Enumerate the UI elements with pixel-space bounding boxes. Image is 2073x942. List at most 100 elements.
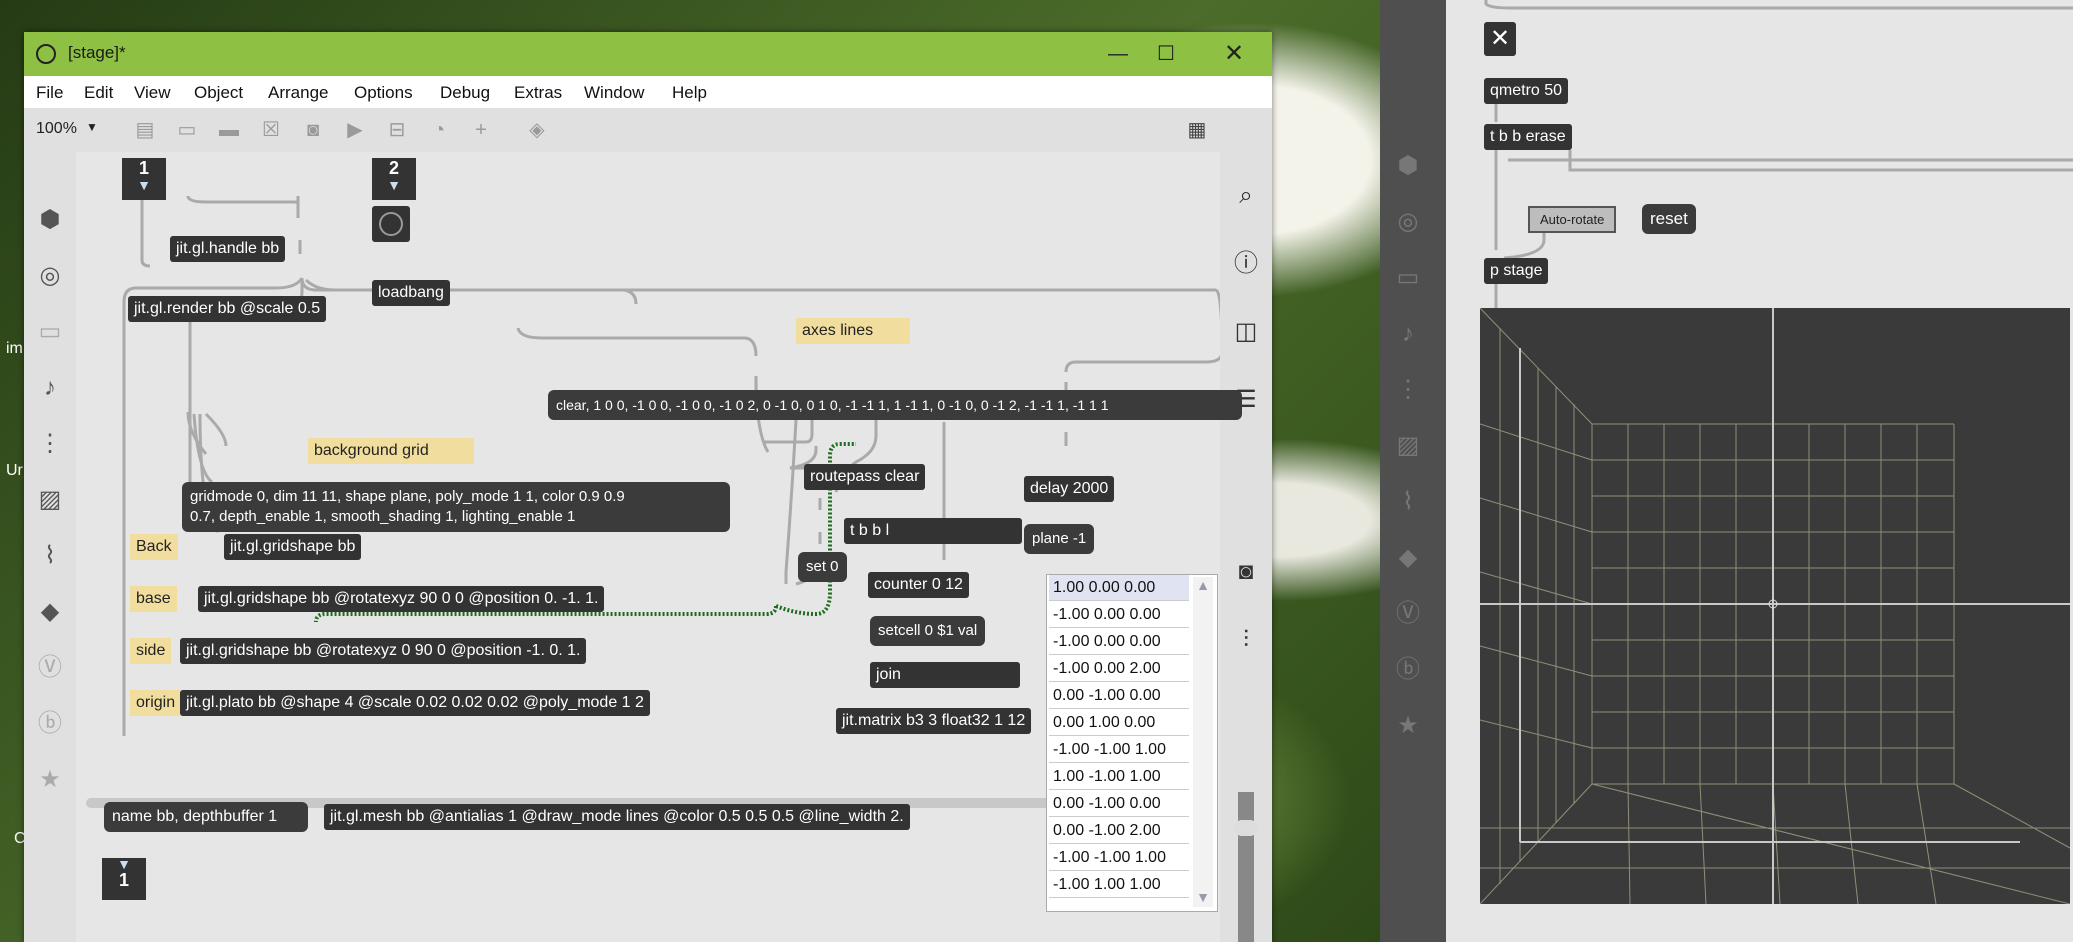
gl-render-view[interactable] [1479, 307, 2071, 905]
cell-row[interactable]: 0.00 1.00 0.00 [1049, 710, 1189, 736]
scroll-up-icon[interactable]: ▲ [1193, 577, 1213, 593]
add-tool-icon[interactable]: + [468, 117, 494, 143]
counter-object[interactable]: counter 0 12 [868, 572, 969, 598]
cell-row[interactable]: 0.00 -1.00 0.00 [1049, 683, 1189, 709]
cell-row[interactable]: -1.00 1.00 1.00 [1049, 872, 1189, 898]
clear-message[interactable]: clear, 1 0 0, -1 0 0, -1 0 0, -1 0 2, 0 … [548, 390, 1242, 420]
menu-edit[interactable]: Edit [84, 83, 113, 103]
qmetro-object[interactable]: qmetro 50 [1484, 78, 1569, 104]
down-arrow-icon: ▼ [387, 177, 401, 193]
join-object[interactable]: join [870, 662, 1020, 688]
menu-window[interactable]: Window [584, 83, 644, 103]
window-titlebar[interactable]: [stage]* — ☐ ✕ [24, 32, 1272, 76]
jit-gl-plato-object[interactable]: jit.gl.plato bb @shape 4 @scale 0.02 0.0… [180, 690, 650, 716]
auto-rotate-toggle[interactable]: Auto-rotate [1528, 206, 1617, 233]
music-note-icon[interactable]: ♪ [34, 372, 66, 404]
menu-help[interactable]: Help [672, 83, 707, 103]
cell-row[interactable]: -1.00 0.00 0.00 [1049, 602, 1189, 628]
reset-message[interactable]: reset [1642, 204, 1696, 234]
jit-gl-gridshape-side-object[interactable]: jit.gl.gridshape bb @rotatexyz 0 90 0 @p… [180, 638, 587, 664]
jit-gl-render-object[interactable]: jit.gl.render bb @scale 0.5 [128, 296, 327, 322]
menu-arrange[interactable]: Arrange [268, 83, 328, 103]
inlet-2[interactable]: 2 ▼ [372, 158, 416, 200]
jit-matrix-object[interactable]: jit.matrix b3 3 float32 1 12 [836, 708, 1032, 734]
search-icon[interactable]: ⌕ [1230, 180, 1262, 212]
delay-object[interactable]: delay 2000 [1024, 476, 1115, 502]
loadbang-object[interactable]: loadbang [372, 280, 450, 306]
cell-row[interactable]: 1.00 0.00 0.00 [1049, 575, 1189, 601]
jit-gl-mesh-object[interactable]: jit.gl.mesh bb @antialias 1 @draw_mode l… [324, 804, 910, 830]
set-0-message[interactable]: set 0 [798, 552, 847, 582]
info-icon[interactable]: ⓘ [1230, 248, 1262, 280]
close-button[interactable]: ✕ [1210, 38, 1258, 70]
scroll-down-icon[interactable]: ▼ [1193, 889, 1213, 905]
cell-row[interactable]: -1.00 -1.00 1.00 [1049, 737, 1189, 763]
cell-row[interactable]: -1.00 0.00 0.00 [1049, 629, 1189, 655]
jit-gl-gridshape-back-object[interactable]: jit.gl.gridshape bb [224, 534, 362, 560]
button-tool-icon[interactable]: ◙ [300, 117, 326, 143]
maximize-button[interactable]: ☐ [1142, 38, 1190, 70]
volume-meter[interactable] [1238, 792, 1254, 942]
down-arrow-icon: ▼ [137, 177, 151, 193]
dial-tool-icon[interactable]: ◔ [426, 117, 452, 143]
matrix-cellblock[interactable]: 1.00 0.00 0.00 -1.00 0.00 0.00 -1.00 0.0… [1046, 574, 1218, 912]
book-icon[interactable]: ◫ [1230, 316, 1262, 348]
down-arrow-icon: ▼ [117, 856, 131, 872]
cellblock-scrollbar[interactable]: ▲ ▼ [1193, 577, 1213, 907]
new-message-tool-icon[interactable]: ▭ [174, 117, 200, 143]
paint-bucket-icon[interactable]: ◈ [524, 117, 550, 143]
b-icon[interactable]: ⓑ [34, 708, 66, 740]
minimize-button[interactable]: — [1094, 38, 1142, 70]
jit-gl-handle-object[interactable]: jit.gl.handle bb [170, 236, 286, 262]
cell-row[interactable]: -1.00 -1.00 1.00 [1049, 845, 1189, 871]
toggle-tool-icon[interactable]: ☒ [258, 117, 284, 143]
inlet-1[interactable]: 1 ▼ [122, 158, 166, 200]
cell-row[interactable]: -1.00 0.00 2.00 [1049, 656, 1189, 682]
comment-tool-icon[interactable]: ▬ [216, 117, 242, 143]
cell-row[interactable]: 0.00 -1.00 2.00 [1049, 818, 1189, 844]
slider-tool-icon[interactable]: ⊟ [384, 117, 410, 143]
routepass-object[interactable]: routepass clear [804, 464, 926, 490]
target-icon[interactable]: ◎ [34, 260, 66, 292]
close-toggle-button[interactable]: ✕ [1484, 22, 1516, 56]
menu-view[interactable]: View [134, 83, 171, 103]
inlet-1-label: 1 [138, 158, 149, 178]
menu-extras[interactable]: Extras [514, 83, 562, 103]
p-stage-object[interactable]: p stage [1484, 258, 1549, 284]
gridmode-message[interactable]: gridmode 0, dim 11 11, shape plane, poly… [182, 482, 730, 532]
volume-slider-handle[interactable] [1234, 820, 1258, 836]
cell-row[interactable]: 1.00 -1.00 1.00 [1049, 764, 1189, 790]
comment-origin: origin [130, 690, 182, 716]
jit-gl-gridshape-base-object[interactable]: jit.gl.gridshape bb @rotatexyz 90 0 0 @p… [198, 586, 605, 612]
number-tool-icon[interactable]: ▶ [342, 117, 368, 143]
zoom-dropdown-icon[interactable]: ▼ [86, 120, 98, 134]
v-icon[interactable]: Ⓥ [34, 652, 66, 684]
grid-toggle-icon[interactable]: ▦ [1184, 117, 1210, 143]
plug-icon[interactable]: ◆ [34, 596, 66, 628]
zoom-level[interactable]: 100% [36, 120, 77, 138]
outlet-1[interactable]: ▼ 1 [102, 856, 146, 900]
setcell-message[interactable]: setcell 0 $1 val [870, 616, 986, 646]
menu-options[interactable]: Options [354, 83, 413, 103]
new-object-tool-icon[interactable]: ▤ [132, 117, 158, 143]
left-sidebar: ⬢ ◎ ▭ ♪ ⋮ ▨ ⌇ ◆ Ⓥ ⓑ ★ [24, 152, 76, 942]
star-icon[interactable]: ★ [34, 764, 66, 796]
plane-message[interactable]: plane -1 [1024, 524, 1095, 554]
device-icon[interactable]: ▭ [34, 316, 66, 348]
cell-row[interactable]: 0.00 -1.00 0.00 [1049, 791, 1189, 817]
trigger-object[interactable]: t b b l [844, 518, 1022, 544]
sequence-icon[interactable]: ⋮ [34, 428, 66, 460]
menu-debug[interactable]: Debug [440, 83, 490, 103]
package-icon[interactable]: ⬢ [34, 204, 66, 236]
outlet-1-label: 1 [118, 870, 129, 890]
trigger-object[interactable]: t b b erase [1484, 124, 1572, 150]
name-bb-message[interactable]: name bb, depthbuffer 1 [104, 802, 308, 832]
camera-icon[interactable]: ◙ [1230, 556, 1262, 588]
image-icon[interactable]: ▨ [34, 484, 66, 516]
menu-file[interactable]: File [36, 83, 63, 103]
mixer-icon[interactable]: ⫶ [1230, 624, 1262, 656]
menu-object[interactable]: Object [194, 83, 243, 103]
desktop-text-fragment: Ur [6, 462, 23, 479]
bang-button[interactable] [372, 206, 410, 242]
clip-icon[interactable]: ⌇ [34, 540, 66, 572]
